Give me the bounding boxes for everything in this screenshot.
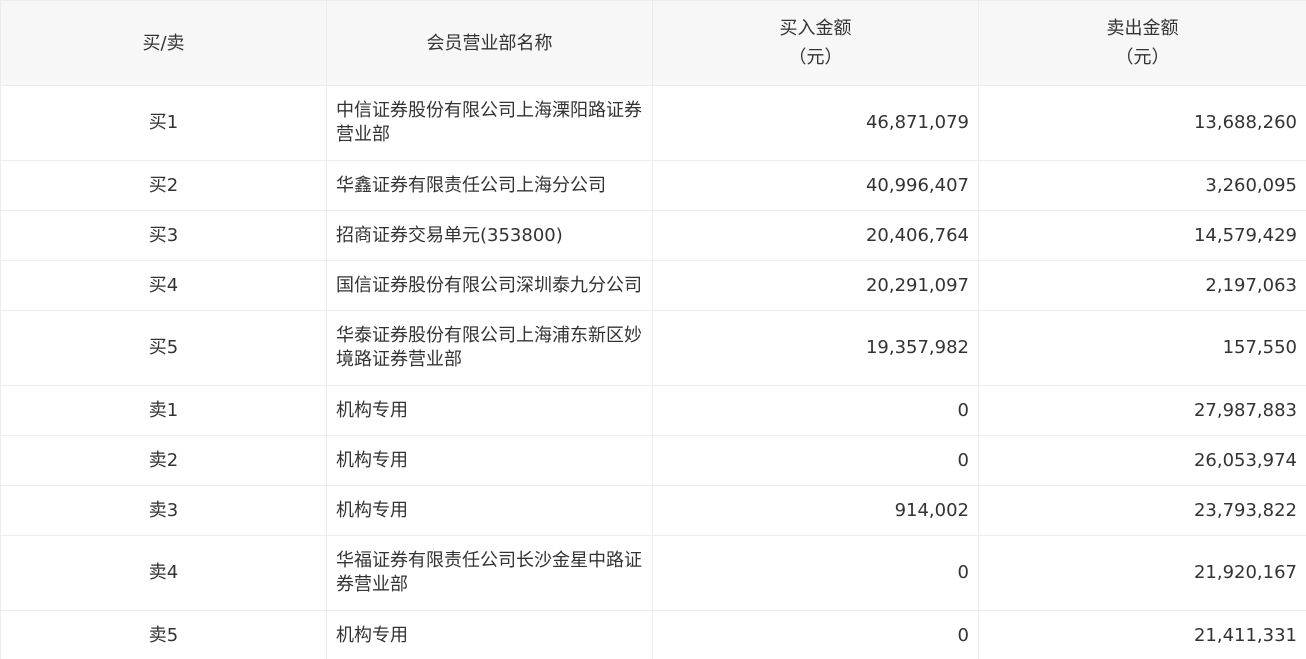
row-sell-amount: 14,579,429 [978,210,1306,261]
row-side: 卖3 [0,485,327,536]
row-branch-name: 机构专用 [326,385,653,436]
table-row: 买1 中信证券股份有限公司上海溧阳路证券 营业部 46,871,079 13,6… [0,85,1306,161]
header-branch-name: 会员营业部名称 [326,0,653,86]
row-buy-amount: 914,002 [652,485,979,536]
row-branch-name: 华鑫证券有限责任公司上海分公司 [326,160,653,211]
table-row: 卖4 华福证券有限责任公司长沙金星中路证 券营业部 0 21,920,167 [0,535,1306,611]
row-buy-amount: 20,406,764 [652,210,979,261]
table-row: 卖3 机构专用 914,002 23,793,822 [0,485,1306,536]
row-buy-amount: 0 [652,535,979,611]
row-branch-name: 机构专用 [326,435,653,486]
row-side: 卖4 [0,535,327,611]
row-side: 卖2 [0,435,327,486]
branch-name-line: 华泰证券股份有限公司上海浦东新区妙 [336,325,642,346]
row-sell-amount: 27,987,883 [978,385,1306,436]
table-row: 卖2 机构专用 0 26,053,974 [0,435,1306,486]
table-row: 买2 华鑫证券有限责任公司上海分公司 40,996,407 3,260,095 [0,160,1306,211]
row-side: 卖5 [0,610,327,659]
row-branch-name: 机构专用 [326,485,653,536]
header-sell-amount-label: 卖出金额 [1106,18,1179,39]
branch-name-line: 中信证券股份有限公司上海溧阳路证券 [336,100,642,121]
table-row: 买3 招商证券交易单元(353800) 20,406,764 14,579,42… [0,210,1306,261]
row-buy-amount: 20,291,097 [652,260,979,311]
row-sell-amount: 157,550 [978,310,1306,386]
table-header-row: 买/卖 会员营业部名称 买入金额 （元） 卖出金额 （元） [0,0,1306,86]
trading-branch-table: 买/卖 会员营业部名称 买入金额 （元） 卖出金额 （元） 买1 中信证券股份有… [0,0,1306,659]
table-row: 买5 华泰证券股份有限公司上海浦东新区妙 境路证券营业部 19,357,982 … [0,310,1306,386]
row-sell-amount: 13,688,260 [978,85,1306,161]
row-sell-amount: 2,197,063 [978,260,1306,311]
branch-name-line: 营业部 [336,124,390,145]
row-side: 买4 [0,260,327,311]
header-sell-amount-unit: （元） [1115,47,1170,68]
header-buy-amount-unit: （元） [788,47,843,68]
row-buy-amount: 0 [652,385,979,436]
row-side: 买2 [0,160,327,211]
row-buy-amount: 0 [652,435,979,486]
row-branch-name: 机构专用 [326,610,653,659]
row-sell-amount: 21,920,167 [978,535,1306,611]
row-buy-amount: 46,871,079 [652,85,979,161]
row-branch-name: 华泰证券股份有限公司上海浦东新区妙 境路证券营业部 [326,310,653,386]
header-side: 买/卖 [0,0,327,86]
branch-name-line: 券营业部 [336,574,408,595]
row-buy-amount: 19,357,982 [652,310,979,386]
branch-name-line: 境路证券营业部 [336,349,462,370]
branch-name-line: 华福证券有限责任公司长沙金星中路证 [336,550,642,571]
row-sell-amount: 26,053,974 [978,435,1306,486]
row-branch-name: 中信证券股份有限公司上海溧阳路证券 营业部 [326,85,653,161]
row-sell-amount: 23,793,822 [978,485,1306,536]
row-side: 卖1 [0,385,327,436]
row-side: 买1 [0,85,327,161]
row-sell-amount: 3,260,095 [978,160,1306,211]
table-row: 卖5 机构专用 0 21,411,331 [0,610,1306,659]
header-buy-amount-label: 买入金额 [779,18,852,39]
table-row: 卖1 机构专用 0 27,987,883 [0,385,1306,436]
row-branch-name: 国信证券股份有限公司深圳泰九分公司 [326,260,653,311]
header-sell-amount: 卖出金额 （元） [978,0,1306,86]
row-buy-amount: 0 [652,610,979,659]
row-branch-name: 华福证券有限责任公司长沙金星中路证 券营业部 [326,535,653,611]
row-buy-amount: 40,996,407 [652,160,979,211]
row-sell-amount: 21,411,331 [978,610,1306,659]
row-side: 买3 [0,210,327,261]
row-side: 买5 [0,310,327,386]
header-buy-amount: 买入金额 （元） [652,0,979,86]
table-row: 买4 国信证券股份有限公司深圳泰九分公司 20,291,097 2,197,06… [0,260,1306,311]
row-branch-name: 招商证券交易单元(353800) [326,210,653,261]
